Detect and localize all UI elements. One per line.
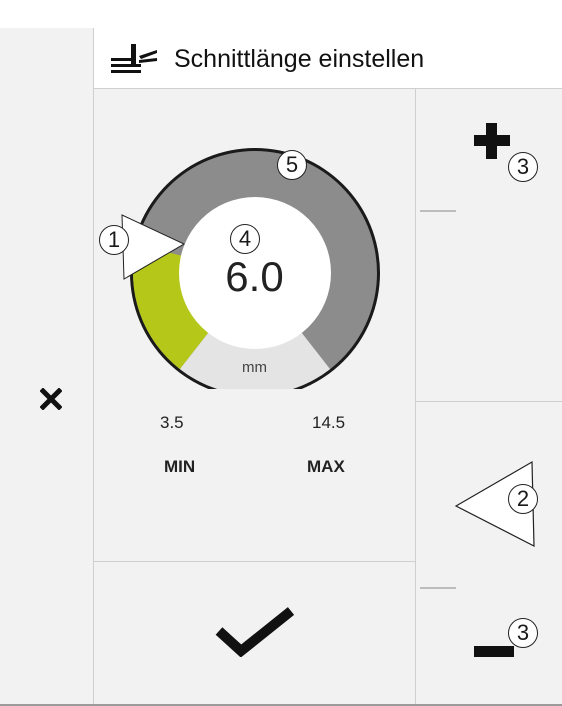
decrease-button[interactable] — [416, 402, 562, 704]
callout-3-minus: 3 — [508, 618, 538, 648]
increase-button[interactable] — [416, 89, 562, 401]
left-sidebar — [0, 28, 94, 706]
dialog-header: Schnittlänge einstellen — [94, 28, 562, 89]
plus-icon — [474, 123, 510, 159]
close-icon — [40, 388, 62, 410]
gauge-panel: 6.0 mm 3.5 14.5 MIN MAX — [94, 89, 416, 562]
callout-3-plus: 3 — [508, 152, 538, 182]
callout-4: 4 — [230, 224, 260, 254]
callout-1: 1 — [99, 225, 129, 255]
min-label: MIN — [164, 457, 196, 476]
top-bar — [0, 0, 562, 28]
max-value: 14.5 — [312, 413, 346, 432]
cut-length-icon — [111, 44, 157, 73]
scale-tick-lower — [420, 587, 456, 589]
dialog-title: Schnittlänge einstellen — [174, 45, 425, 73]
confirm-button[interactable] — [94, 562, 416, 706]
callout-5: 5 — [277, 150, 307, 180]
close-button[interactable] — [36, 384, 66, 414]
minus-icon — [474, 646, 514, 657]
length-value: 6.0 — [225, 253, 284, 300]
max-label: MAX — [307, 457, 345, 476]
unit-label: mm — [242, 359, 267, 376]
min-value: 3.5 — [160, 413, 184, 432]
callout-2: 2 — [508, 484, 538, 514]
scale-tick-upper — [420, 210, 456, 212]
checkmark-icon — [215, 607, 295, 657]
